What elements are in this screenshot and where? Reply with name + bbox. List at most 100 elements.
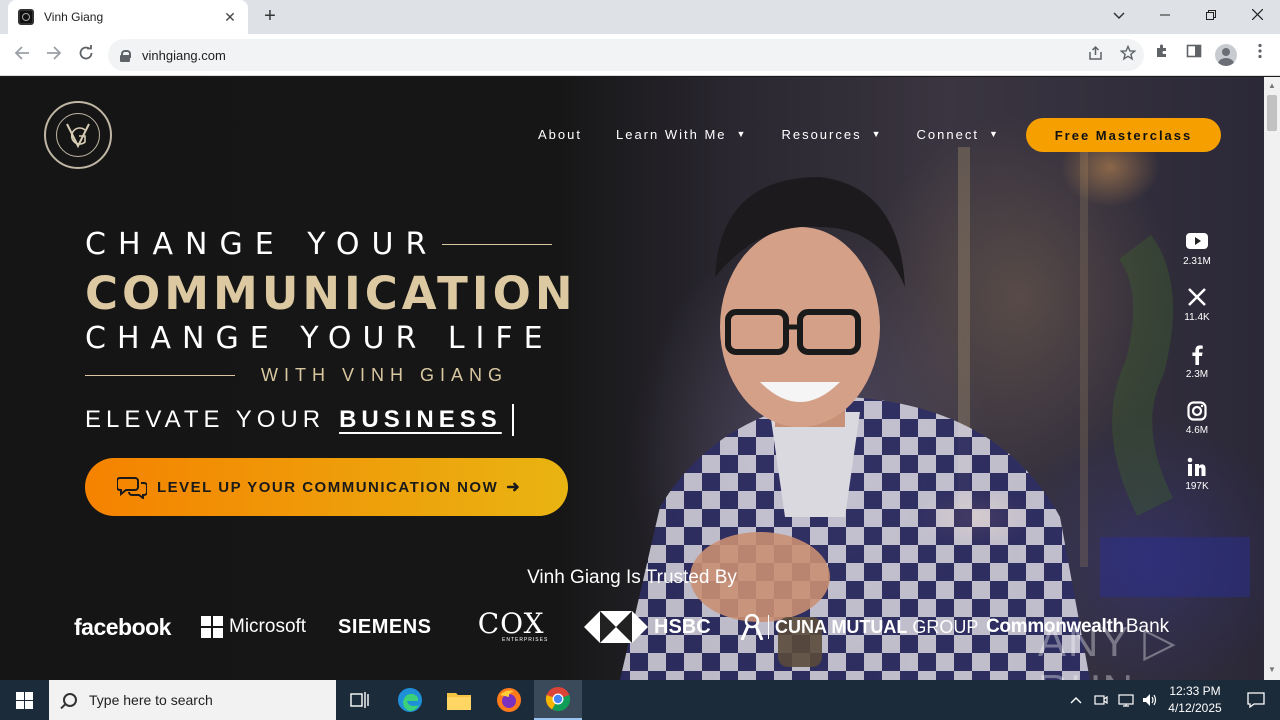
close-window-button[interactable] bbox=[1234, 4, 1280, 30]
network-icon[interactable] bbox=[1118, 693, 1134, 707]
nav-learn-with-me[interactable]: Learn With Me ▼ bbox=[616, 127, 747, 142]
tab-search-button[interactable] bbox=[1096, 4, 1142, 30]
byline-text: WITH VINH GIANG bbox=[261, 365, 508, 385]
scroll-down-icon[interactable]: ▼ bbox=[1267, 665, 1277, 674]
cuna-logo: CUNA MUTUAL GROUP bbox=[740, 607, 978, 647]
typewriter-highlight: BUSINESS bbox=[339, 406, 502, 433]
profile-icon[interactable] bbox=[1215, 44, 1237, 66]
hero-line-1: CHANGE YOUR bbox=[85, 227, 553, 262]
taskbar-clock[interactable]: 12:33 PM 4/12/2025 bbox=[1160, 683, 1230, 717]
edge-icon bbox=[398, 688, 422, 712]
hero-line-1-text: CHANGE YOUR bbox=[85, 227, 439, 262]
trusted-by-heading: Vinh Giang Is Trusted By bbox=[527, 567, 737, 588]
volume-icon[interactable] bbox=[1142, 693, 1158, 707]
start-button[interactable] bbox=[0, 680, 48, 720]
facebook-icon bbox=[1177, 345, 1217, 367]
chrome-icon bbox=[545, 687, 571, 712]
caret-down-icon: ▼ bbox=[988, 129, 1000, 139]
facebook-count: 2.3M bbox=[1185, 369, 1209, 380]
nav-learn-label: Learn With Me bbox=[615, 126, 727, 142]
close-icon bbox=[1251, 8, 1263, 21]
social-linkedin[interactable]: 197K bbox=[1177, 457, 1217, 492]
nav-connect-label: Connect bbox=[916, 126, 979, 142]
x-count: 11.4K bbox=[1184, 312, 1210, 323]
hero-line-3: CHANGE YOUR LIFE bbox=[85, 321, 554, 356]
meet-now-icon[interactable] bbox=[1094, 693, 1108, 707]
instagram-icon bbox=[1177, 401, 1217, 423]
back-button[interactable] bbox=[9, 42, 35, 68]
x-icon bbox=[1177, 288, 1217, 310]
windows-taskbar: Type here to search 12:33 PM 4/12/2025 bbox=[0, 680, 1280, 720]
social-facebook[interactable]: 2.3M bbox=[1177, 345, 1217, 380]
file-explorer-button[interactable] bbox=[435, 680, 483, 720]
anyrun-watermark: ANY ▷ RUN bbox=[1038, 618, 1178, 680]
cox-logo-subtext: ENTERPRISES bbox=[502, 637, 549, 643]
reload-icon bbox=[79, 44, 93, 60]
minimize-button[interactable] bbox=[1142, 4, 1188, 30]
taskbar-search[interactable]: Type here to search bbox=[49, 680, 336, 720]
caret-down-icon: ▼ bbox=[736, 129, 748, 139]
nav-connect[interactable]: Connect ▼ bbox=[917, 127, 1000, 142]
menu-icon[interactable] bbox=[1248, 43, 1272, 67]
browser-tab[interactable]: Vinh Giang ✕ bbox=[8, 0, 248, 34]
linkedin-count: 197K bbox=[1185, 481, 1209, 492]
address-bar[interactable]: vinhgiang.com bbox=[108, 39, 1144, 71]
site-logo[interactable] bbox=[44, 101, 112, 169]
microsoft-squares-icon bbox=[201, 616, 223, 638]
cox-logo-text: COX bbox=[477, 607, 545, 640]
chat-bubbles-icon bbox=[117, 477, 147, 499]
clock-date: 4/12/2025 bbox=[1168, 701, 1222, 715]
social-x[interactable]: 11.4K bbox=[1177, 288, 1217, 323]
youtube-count: 2.31M bbox=[1183, 256, 1211, 267]
task-view-icon bbox=[350, 692, 369, 708]
firefox-button[interactable] bbox=[485, 680, 533, 720]
cuna-divider bbox=[768, 615, 769, 639]
chevron-up-icon[interactable] bbox=[1070, 696, 1082, 704]
nav-about[interactable]: About bbox=[538, 127, 582, 142]
scrollbar-thumb[interactable] bbox=[1267, 95, 1277, 131]
url-text[interactable]: vinhgiang.com bbox=[142, 48, 1080, 63]
hero-headline: COMMUNICATION bbox=[85, 267, 577, 320]
social-instagram[interactable]: 4.6M bbox=[1177, 401, 1217, 436]
notification-icon bbox=[1247, 692, 1265, 708]
typewriter-cursor bbox=[511, 404, 514, 436]
page-scrollbar[interactable]: ▲ ▼ bbox=[1264, 77, 1280, 680]
back-icon bbox=[14, 46, 29, 60]
task-view-button[interactable] bbox=[336, 680, 384, 720]
restore-icon bbox=[1206, 10, 1216, 20]
tab-close-icon[interactable]: ✕ bbox=[222, 9, 238, 26]
cuna-group-text: GROUP bbox=[912, 616, 979, 637]
level-up-button[interactable]: LEVEL UP YOUR COMMUNICATION NOW ➜ bbox=[85, 458, 568, 516]
windows-logo-icon bbox=[15, 691, 33, 709]
system-tray bbox=[1070, 680, 1158, 720]
instagram-count: 4.6M bbox=[1185, 425, 1209, 436]
nav-resources[interactable]: Resources ▼ bbox=[781, 127, 882, 142]
free-masterclass-button[interactable]: Free Masterclass bbox=[1026, 118, 1221, 152]
typewriter-prefix: ELEVATE YOUR bbox=[85, 406, 326, 433]
forward-button[interactable] bbox=[41, 42, 67, 68]
social-youtube[interactable]: 2.31M bbox=[1177, 232, 1217, 267]
extensions-icon[interactable] bbox=[1150, 43, 1174, 67]
new-tab-button[interactable]: + bbox=[258, 5, 282, 29]
sidepanel-icon[interactable] bbox=[1182, 43, 1206, 67]
reload-button[interactable] bbox=[73, 42, 99, 68]
chrome-taskbar-button[interactable] bbox=[534, 680, 582, 720]
siemens-logo: SIEMENS bbox=[338, 607, 432, 647]
main-nav: About Learn With Me ▼ Resources ▼ Connect ▼ bbox=[538, 117, 1034, 151]
byline-divider bbox=[85, 375, 235, 376]
star-icon[interactable] bbox=[1112, 44, 1144, 65]
taskbar-search-placeholder: Type here to search bbox=[89, 692, 213, 708]
share-icon[interactable] bbox=[1080, 45, 1112, 65]
edge-taskbar-button[interactable] bbox=[386, 680, 434, 720]
microsoft-logo-text: Microsoft bbox=[229, 616, 307, 637]
hsbc-logo: HSBC bbox=[584, 607, 711, 647]
caret-down-icon: ▼ bbox=[871, 129, 883, 139]
restore-button[interactable] bbox=[1188, 4, 1234, 30]
scroll-up-icon[interactable]: ▲ bbox=[1267, 81, 1277, 90]
cuna-logo-text: CUNA MUTUAL bbox=[775, 616, 908, 637]
browser-toolbar: vinhgiang.com bbox=[0, 34, 1280, 76]
lock-icon[interactable] bbox=[120, 49, 131, 62]
page-viewport: About Learn With Me ▼ Resources ▼ Connect ▼… bbox=[0, 77, 1264, 680]
notifications-button[interactable] bbox=[1232, 680, 1280, 720]
clock-time: 12:33 PM bbox=[1169, 684, 1221, 698]
